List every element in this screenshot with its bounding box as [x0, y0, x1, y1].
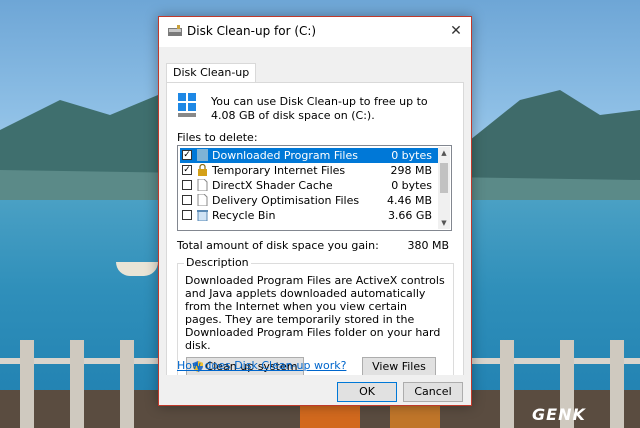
help-link[interactable]: How does Disk Clean-up work?	[177, 359, 346, 372]
checkbox[interactable]	[182, 195, 192, 205]
files-to-delete-label: Files to delete:	[177, 131, 258, 144]
cancel-button[interactable]: Cancel	[403, 382, 463, 402]
description-text: Downloaded Program Files are ActiveX con…	[185, 274, 445, 352]
file-icon	[197, 194, 208, 206]
total-space-label: Total amount of disk space you gain:	[177, 239, 379, 252]
file-name: Recycle Bin	[212, 209, 276, 222]
scroll-down-arrow-icon[interactable]: ▼	[438, 217, 450, 229]
checkbox[interactable]	[182, 210, 192, 220]
file-icon	[197, 179, 208, 191]
recycle-bin-icon	[197, 210, 208, 221]
total-space-value: 380 MB	[407, 239, 449, 252]
disk-cleanup-dialog: Disk Clean-up for (C:) ✕ Disk Clean-up Y…	[158, 16, 472, 406]
title-bar: Disk Clean-up for (C:) ✕	[159, 17, 471, 47]
intro-text: You can use Disk Clean-up to free up to …	[211, 95, 428, 122]
watermark-logo: GENK	[532, 405, 586, 424]
list-item[interactable]: ✓ Temporary Internet Files 298 MB	[180, 163, 438, 178]
close-button[interactable]: ✕	[447, 21, 465, 41]
list-item[interactable]: Recycle Bin 3.66 GB	[180, 208, 438, 223]
file-size: 0 bytes	[391, 149, 432, 162]
checkbox[interactable]	[182, 180, 192, 190]
file-size: 298 MB	[390, 164, 432, 177]
scroll-up-arrow-icon[interactable]: ▲	[438, 147, 450, 159]
window-title: Disk Clean-up for (C:)	[187, 24, 317, 38]
file-name: Downloaded Program Files	[212, 149, 358, 162]
files-list[interactable]: ✓ Downloaded Program Files 0 bytes ✓ Tem…	[177, 145, 452, 231]
scroll-thumb[interactable]	[440, 163, 448, 193]
list-item[interactable]: ✓ Downloaded Program Files 0 bytes	[180, 148, 438, 163]
tab-disk-cleanup[interactable]: Disk Clean-up	[166, 63, 257, 82]
list-item[interactable]: Delivery Optimisation Files 4.46 MB	[180, 193, 438, 208]
file-name: Temporary Internet Files	[212, 164, 346, 177]
lock-icon	[198, 164, 207, 176]
description-legend: Description	[184, 256, 251, 269]
checkbox[interactable]: ✓	[182, 150, 192, 160]
dialog-footer: OK Cancel	[159, 375, 471, 405]
checkbox[interactable]: ✓	[182, 165, 192, 175]
ok-button[interactable]: OK	[337, 382, 397, 402]
folder-icon	[197, 149, 208, 161]
view-files-button[interactable]: View Files	[362, 357, 436, 377]
tab-container: Disk Clean-up You can use Disk Clean-up …	[159, 47, 471, 393]
drive-icon	[178, 93, 196, 117]
file-size: 4.46 MB	[386, 194, 432, 207]
tab-panel: You can use Disk Clean-up to free up to …	[166, 82, 464, 391]
file-name: DirectX Shader Cache	[212, 179, 333, 192]
file-name: Delivery Optimisation Files	[212, 194, 360, 207]
list-item[interactable]: DirectX Shader Cache 0 bytes	[180, 178, 438, 193]
disk-cleanup-icon	[168, 25, 182, 36]
vertical-scrollbar[interactable]: ▲ ▼	[438, 147, 450, 229]
file-size: 3.66 GB	[387, 209, 432, 222]
file-size: 0 bytes	[391, 179, 432, 192]
